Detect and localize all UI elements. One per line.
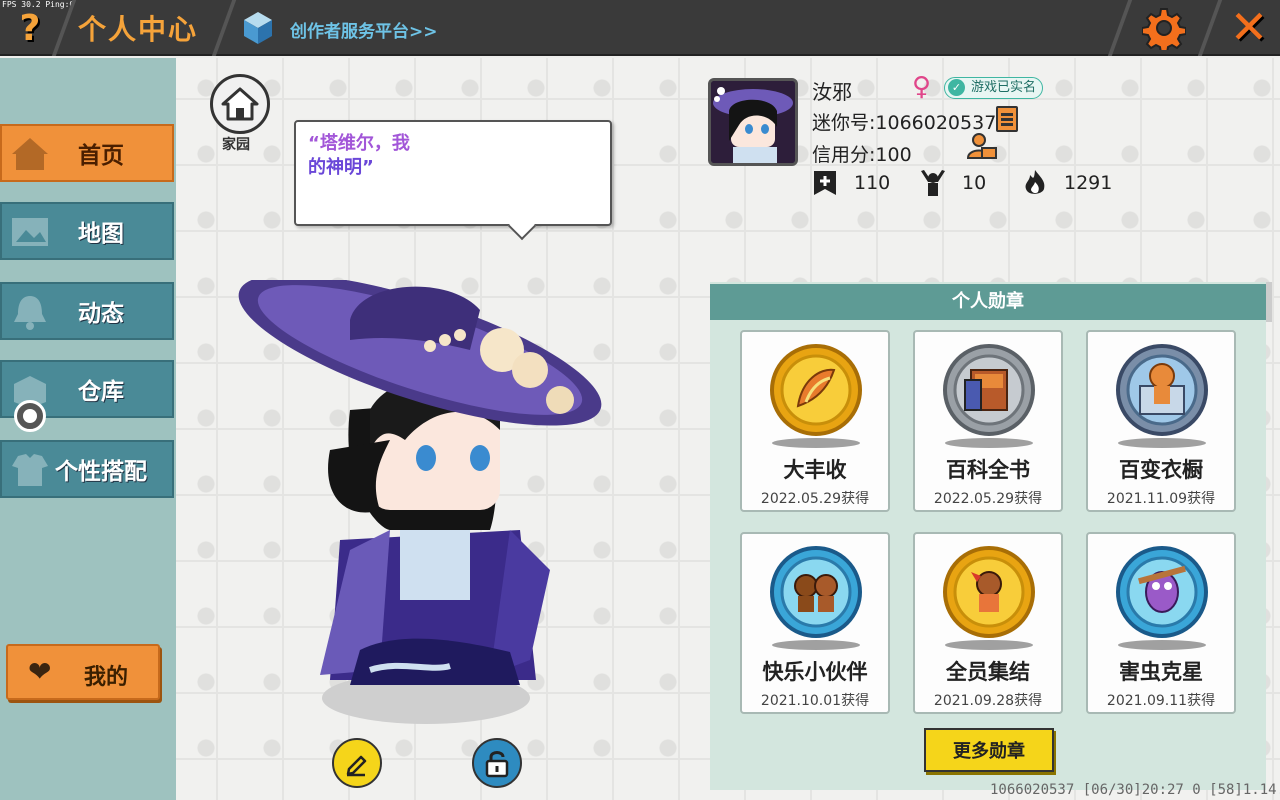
stat-popularity: 1291 [1022, 168, 1112, 198]
happy-partner-medal-icon [770, 546, 862, 638]
medal-card[interactable]: 全员集结 2021.09.28获得 [913, 532, 1063, 714]
medal-date: 2022.05.29获得 [933, 491, 1043, 507]
bell-icon [14, 296, 46, 330]
sidebar-item-label: 动态 [78, 301, 124, 327]
sidebar-item-activity[interactable]: 动态 [0, 282, 174, 340]
sidebar-item-label: 个性搭配 [55, 459, 147, 485]
page-title: 个人中心 [78, 13, 199, 46]
sidebar-item-outfit[interactable]: 个性搭配 [0, 440, 174, 498]
medal-shadow [772, 640, 860, 650]
wardrobe-medal-icon [1116, 344, 1208, 436]
homestead-button[interactable] [210, 74, 270, 134]
profile-avatar[interactable] [708, 78, 798, 166]
footer-debug-info: 1066020537 [06/30]20:27 0 [58]1.14.0 [990, 782, 1280, 798]
lock-button[interactable] [472, 738, 522, 788]
medal-name: 百变衣橱 [1119, 458, 1203, 482]
username: 汝邪 [812, 80, 852, 104]
pencil-icon [346, 755, 367, 777]
copy-id-icon[interactable] [996, 106, 1018, 132]
mine-button[interactable]: ❤ 我的 [6, 644, 160, 700]
close-button[interactable]: ✕ [1226, 0, 1272, 54]
divider [211, 0, 237, 56]
shirt-icon [12, 454, 48, 486]
divider [1107, 0, 1133, 56]
medal-shadow [945, 438, 1033, 448]
house-icon [12, 138, 48, 170]
bookmark-plus-icon [814, 171, 836, 195]
medal-card[interactable]: 百变衣橱 2021.11.09获得 [1086, 330, 1236, 512]
character-avatar[interactable] [230, 280, 630, 730]
medal-date: 2022.05.29获得 [760, 491, 870, 507]
medal-shadow [772, 438, 860, 448]
medal-name: 大丰收 [783, 458, 847, 482]
homestead-label: 家园 [222, 137, 250, 153]
edit-button[interactable] [332, 738, 382, 788]
top-bar: FPS 30.2 Ping:0 ? 个人中心 创作者服务平台>> ✕ [0, 0, 1280, 56]
sidebar-item-map[interactable]: 地图 [0, 202, 174, 260]
medal-name: 快乐小伙伴 [762, 660, 868, 684]
medal-panel-header: 个人勋章 [710, 284, 1266, 320]
more-medals-button[interactable]: 更多勋章 [924, 728, 1054, 772]
medal-name: 全员集结 [946, 660, 1030, 684]
encyclopedia-medal-icon [943, 344, 1035, 436]
stat-value: 110 [854, 172, 891, 194]
female-gender-icon: ♀ [912, 72, 932, 102]
sidebar-item-label: 首页 [78, 143, 124, 169]
medal-name: 害虫克星 [1119, 660, 1203, 684]
avatar-portrait [711, 81, 795, 163]
medal-date: 2021.09.28获得 [933, 693, 1043, 709]
credit-score: 信用分:100 [812, 144, 912, 166]
medal-card[interactable]: 大丰收 2022.05.29获得 [740, 330, 890, 512]
creator-platform-link[interactable]: 创作者服务平台>> [290, 17, 438, 42]
pest-buster-medal-icon [1116, 546, 1208, 638]
stat-bookmarks: 110 [812, 168, 890, 198]
stat-value: 10 [962, 172, 987, 194]
medal-card[interactable]: 百科全书 2022.05.29获得 [913, 330, 1063, 512]
stat-value: 1291 [1064, 172, 1113, 194]
signature-bubble[interactable]: “塔维尔，我 的神明” [294, 120, 612, 226]
harvest-medal-icon [770, 344, 862, 436]
medal-date: 2021.11.09获得 [1106, 491, 1216, 507]
heart-icon: ❤ [28, 655, 52, 688]
medal-card[interactable]: 快乐小伙伴 2021.10.01获得 [740, 532, 890, 714]
mini-id: 迷你号:1066020537 [812, 112, 997, 134]
medal-card[interactable]: 害虫克星 2021.09.11获得 [1086, 532, 1236, 714]
cube-icon[interactable] [242, 10, 274, 46]
gather-all-medal-icon [943, 546, 1035, 638]
credit-card-person-icon[interactable] [966, 132, 998, 162]
sidebar-item-label: 地图 [78, 221, 124, 247]
scrollbar[interactable] [1266, 282, 1272, 322]
medal-shadow [1118, 640, 1206, 650]
signature-text: “塔维尔，我 的神明” [308, 132, 448, 180]
help-button[interactable]: ? [10, 8, 50, 49]
mine-label: 我的 [84, 665, 129, 690]
flame-icon [1025, 170, 1045, 194]
unlock-icon [485, 751, 509, 778]
sidebar-item-home[interactable]: 首页 [0, 124, 174, 182]
medal-shadow [1118, 438, 1206, 448]
divider [1197, 0, 1223, 56]
signature-text-line1: “塔维尔，我 [308, 133, 410, 154]
gear-icon[interactable] [1142, 6, 1186, 50]
house-icon [221, 87, 259, 121]
picture-icon [12, 218, 48, 246]
floating-assist-button[interactable] [14, 400, 46, 432]
sidebar-item-label: 仓库 [78, 379, 124, 405]
stat-cheers: 10 [920, 168, 986, 198]
medal-shadow [945, 640, 1033, 650]
medal-date: 2021.10.01获得 [760, 693, 870, 709]
cheer-icon [921, 170, 945, 196]
realname-verified-badge: 游戏已实名 [944, 77, 1044, 99]
signature-text-line2: 的神明” [308, 157, 374, 178]
medal-name: 百科全书 [946, 458, 1030, 482]
medal-date: 2021.09.11获得 [1106, 693, 1216, 709]
